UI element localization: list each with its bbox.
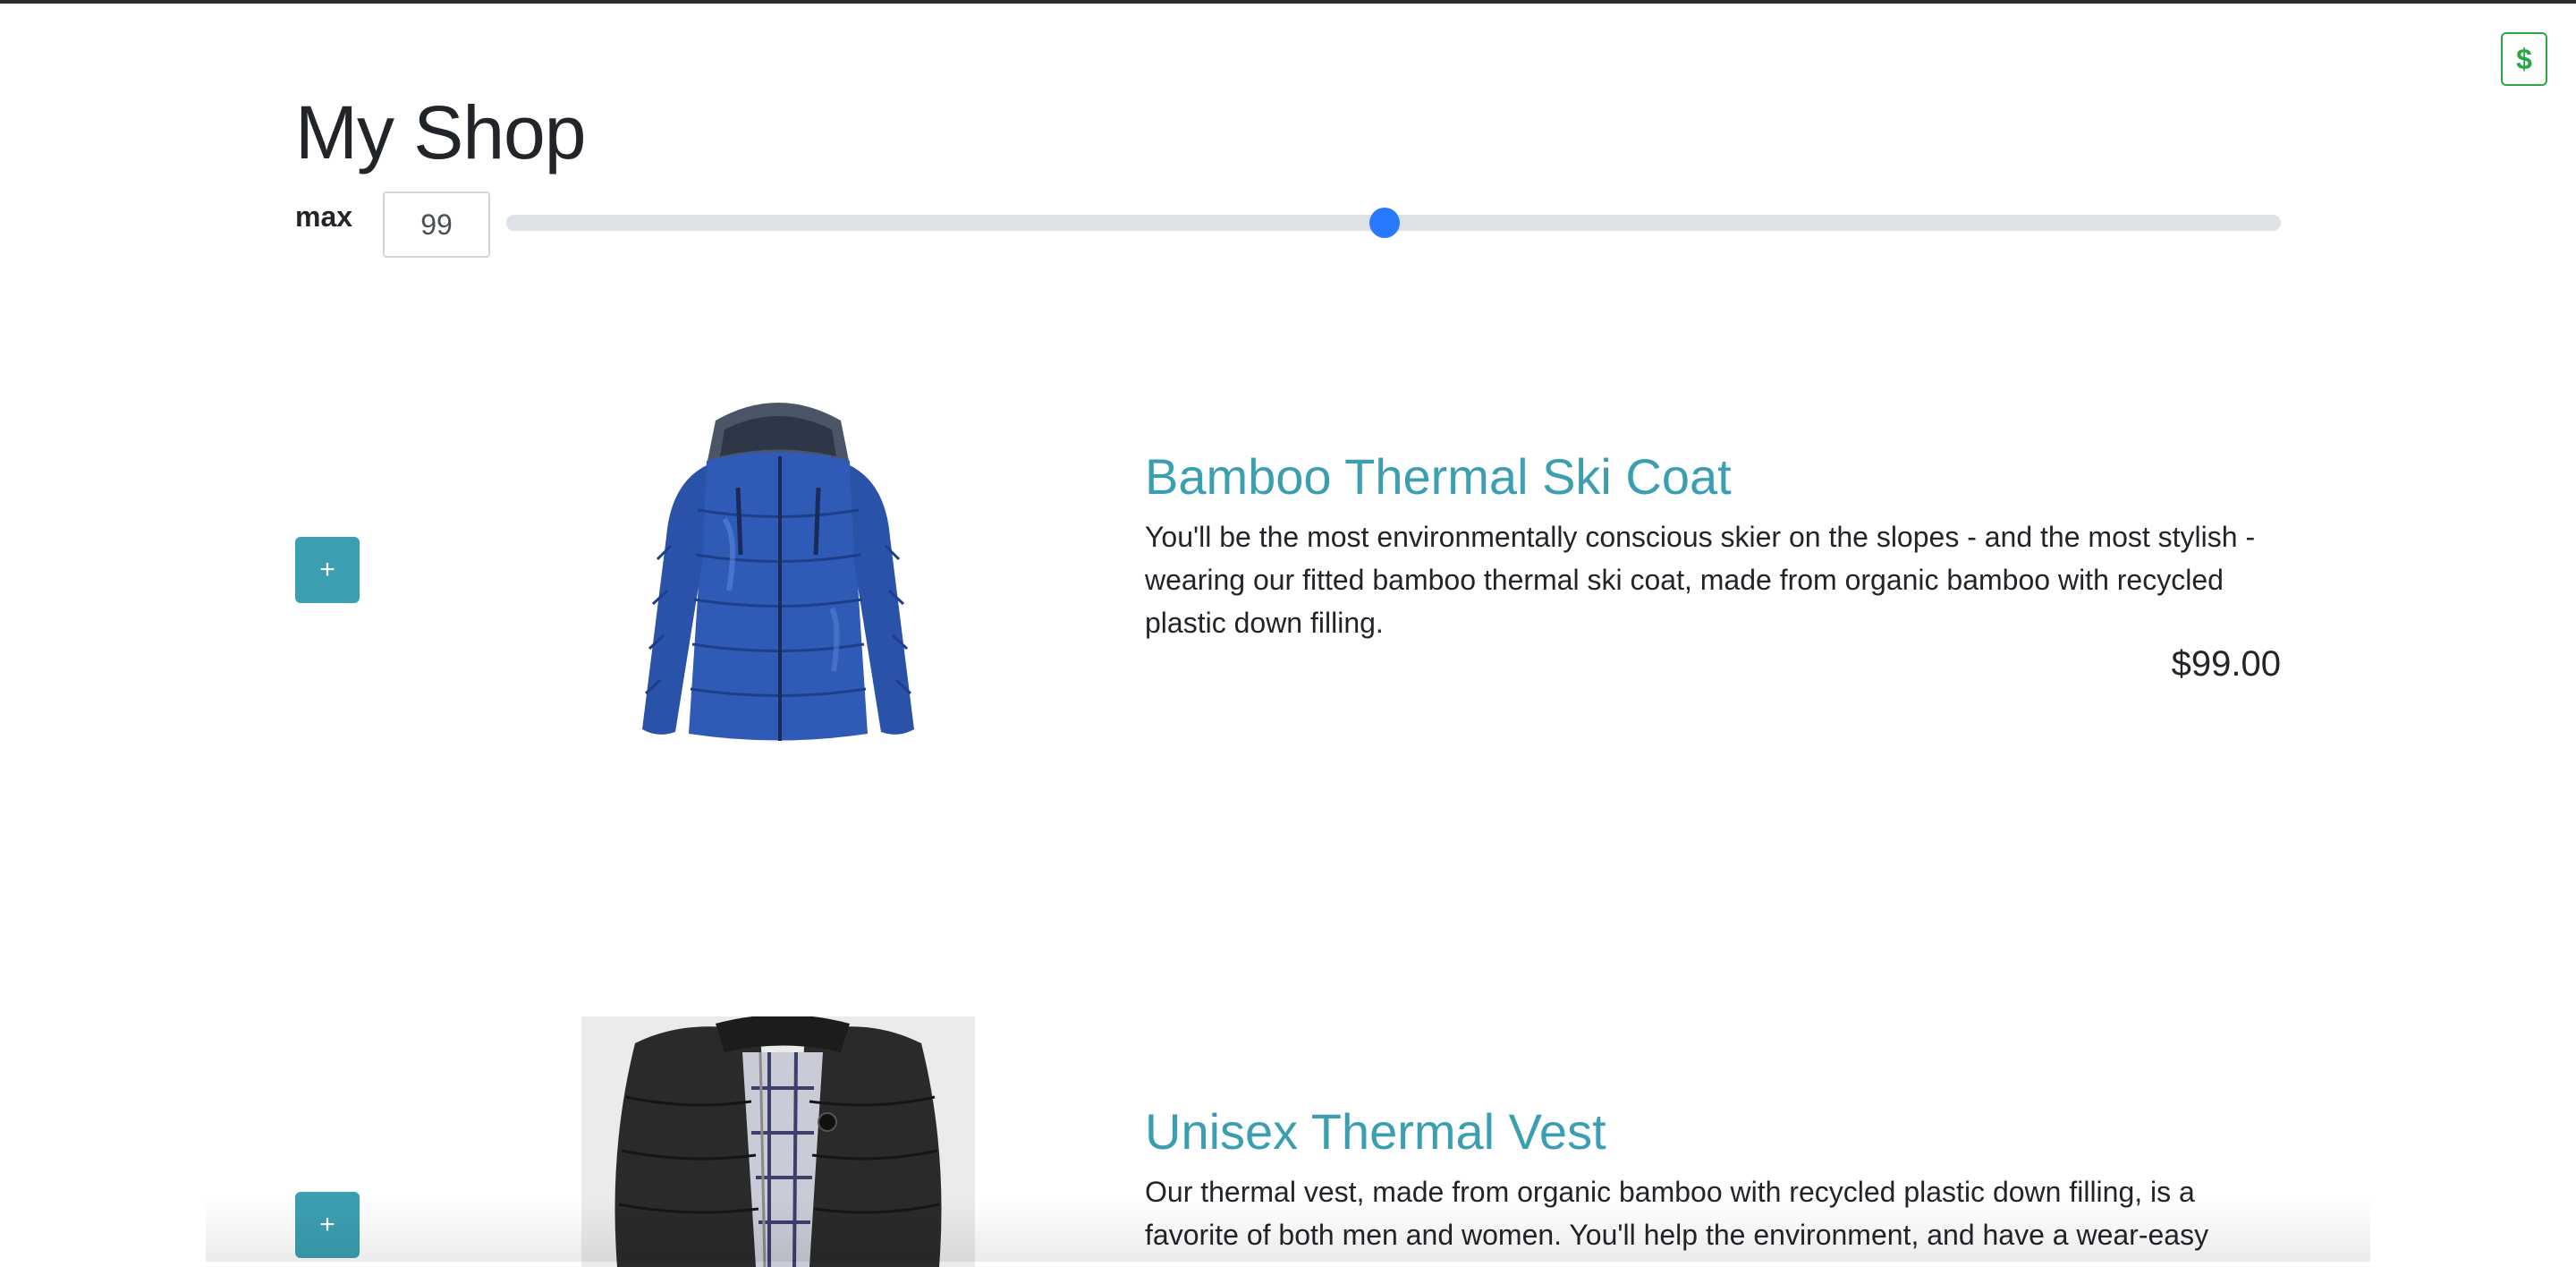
max-price-input[interactable] bbox=[383, 191, 490, 258]
product-title[interactable]: Unisex Thermal Vest bbox=[1145, 1102, 1606, 1161]
product-description: You'll be the most environmentally consc… bbox=[1145, 521, 2256, 639]
price-slider-thumb[interactable] bbox=[1369, 208, 1401, 238]
product-price: $99.00 bbox=[2171, 644, 2281, 684]
dollar-icon: $ bbox=[2516, 42, 2532, 75]
top-border bbox=[0, 0, 2576, 4]
max-label: max bbox=[295, 200, 353, 233]
ski-coat-image bbox=[642, 403, 914, 741]
product-image[interactable] bbox=[581, 394, 975, 752]
page-title: My Shop bbox=[295, 90, 586, 174]
cart-button[interactable]: $ bbox=[2501, 32, 2547, 86]
product-card: + Bamboo Thermal Ski Coat You'll be the … bbox=[295, 340, 2281, 770]
bottom-shadow bbox=[206, 1199, 2370, 1262]
product-title[interactable]: Bamboo Thermal Ski Coat bbox=[1145, 447, 1732, 506]
add-to-cart-button[interactable]: + bbox=[295, 537, 360, 603]
